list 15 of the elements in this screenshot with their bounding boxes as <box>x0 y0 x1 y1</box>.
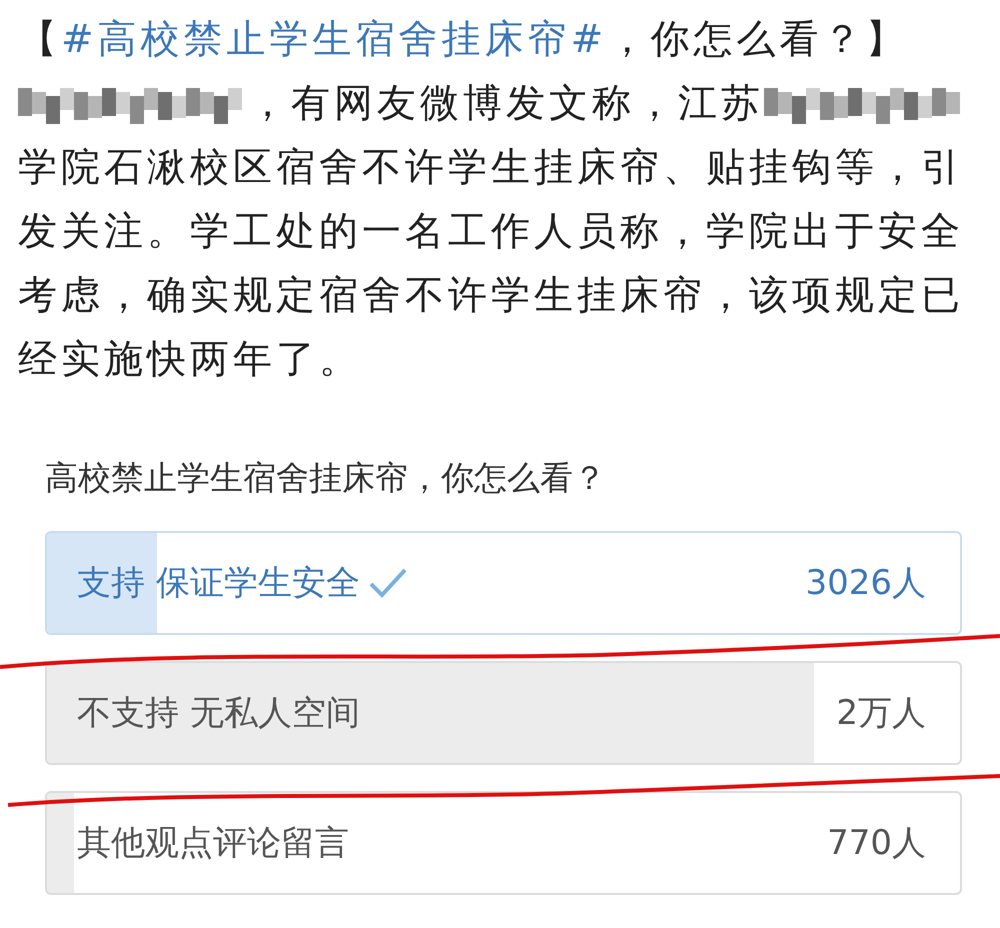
check-icon <box>368 566 408 600</box>
hashtag-link[interactable]: #高校禁止学生宿舍挂床帘# <box>61 17 608 62</box>
poll-option[interactable]: 其他观点评论留言 770人 <box>45 791 962 895</box>
poll-question: 高校禁止学生宿舍挂床帘，你怎么看？ <box>45 457 607 499</box>
poll-option[interactable]: 支持 保证学生安全 3026人 <box>45 531 962 635</box>
vote-count: 770人 <box>827 822 926 865</box>
option-label: 不支持 无私人空间 <box>77 692 360 735</box>
poll-option[interactable]: 不支持 无私人空间 2万人 <box>45 661 962 765</box>
option-label: 其他观点评论留言 <box>77 822 349 865</box>
vote-count: 3026人 <box>805 562 926 605</box>
post-body: 学院石湫校区宿舍不许学生挂床帘、贴挂钩等，引发关注。学工处的一名工作人员称，学院出于安全考虑，确实规定宿舍不许学生挂床帘，该项规定已经实施快两年了。 <box>18 144 965 384</box>
lead-text: ，有网友微博发文称，江苏 <box>248 80 764 128</box>
option-label: 支持 保证学生安全 <box>77 562 360 605</box>
headline: 【#高校禁止学生宿舍挂床帘#，你怎么看？】 <box>18 16 910 64</box>
vote-count: 2万人 <box>836 692 926 735</box>
